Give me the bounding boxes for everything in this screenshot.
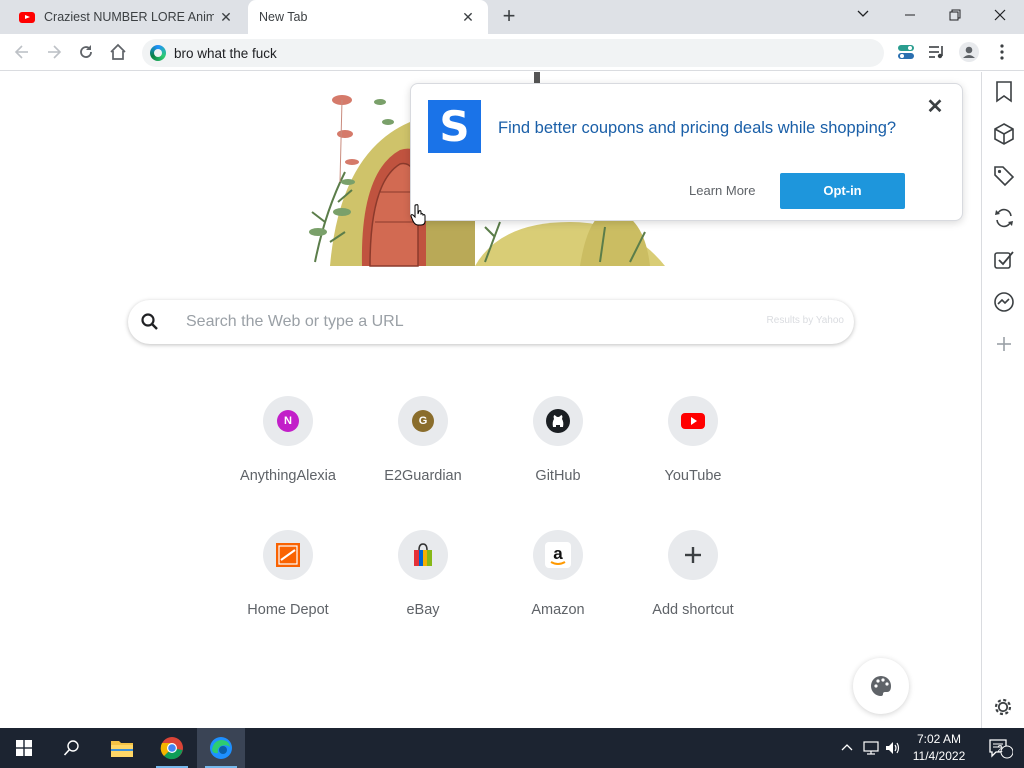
home-depot-icon (276, 543, 300, 567)
task-check-icon[interactable] (992, 248, 1016, 272)
tab-youtube[interactable]: Craziest NUMBER LORE Animatic ✕ (8, 0, 246, 34)
tag-icon[interactable] (992, 164, 1016, 188)
plus-icon (685, 547, 701, 563)
extension-toggle-icon[interactable] (895, 41, 917, 63)
close-icon[interactable]: ✕ (926, 97, 944, 117)
tab-strip: Craziest NUMBER LORE Animatic ✕ New Tab … (0, 0, 1024, 34)
clock-date: 11/4/2022 (912, 749, 966, 763)
youtube-icon (681, 413, 705, 429)
coupon-extension-popup: S Find better coupons and pricing deals … (410, 83, 963, 221)
file-explorer-icon[interactable] (98, 728, 146, 768)
reload-button[interactable] (73, 39, 99, 65)
add-sidebar-item-icon[interactable] (992, 332, 1016, 356)
network-icon[interactable] (863, 740, 879, 756)
shortcut-youtube[interactable]: YouTube (637, 396, 749, 508)
tab-title: New Tab (259, 10, 308, 24)
shortcut-label: E2Guardian (384, 468, 462, 484)
tab-new-tab[interactable]: New Tab ✕ (248, 0, 488, 34)
shortcut-label: YouTube (664, 468, 722, 484)
svg-text:a: a (553, 544, 563, 563)
learn-more-link[interactable]: Learn More (689, 183, 755, 198)
youtube-icon (19, 11, 35, 23)
media-queue-icon[interactable] (926, 41, 948, 63)
shortcut-label: eBay (406, 602, 440, 618)
shortcut-icon-container: N (263, 396, 313, 446)
shortcut-ebay[interactable]: eBay (367, 530, 479, 642)
browser-toolbar: bro what the fuck (0, 34, 1024, 71)
shortcut-e2guardian[interactable]: G E2Guardian (367, 396, 479, 508)
close-icon[interactable]: ✕ (460, 9, 476, 25)
shortcut-icon-container (398, 530, 448, 580)
add-shortcut-button[interactable]: Add shortcut (637, 530, 749, 642)
settings-gear-icon[interactable] (991, 695, 1015, 719)
close-window-button[interactable] (982, 4, 1018, 28)
site-favicon-icon (150, 45, 166, 61)
arrow-right-icon (48, 45, 62, 59)
letter-n-icon: N (277, 410, 299, 432)
search-input[interactable] (186, 310, 746, 334)
package-icon[interactable] (992, 122, 1016, 146)
letter-g-icon: G (412, 410, 434, 432)
new-tab-button[interactable]: + (498, 5, 520, 28)
chevron-up-icon[interactable] (840, 741, 854, 755)
home-button[interactable] (105, 39, 131, 65)
reload-icon (80, 45, 92, 58)
taskbar-clock[interactable]: 7:02 AM 11/4/2022 (906, 731, 972, 765)
home-icon (110, 43, 126, 60)
shortcut-label: GitHub (535, 468, 581, 484)
chrome-taskbar-icon[interactable] (148, 728, 196, 768)
shortcut-icon-container (668, 530, 718, 580)
shortcut-icon-container (533, 396, 583, 446)
windows-start-icon[interactable] (0, 728, 48, 768)
close-icon[interactable]: ✕ (218, 9, 234, 25)
volume-icon[interactable] (885, 740, 901, 756)
search-icon (141, 313, 158, 330)
shortcut-label: Amazon (531, 602, 585, 618)
shortcut-amazon[interactable]: a Amazon (502, 530, 614, 642)
palette-icon (871, 676, 891, 696)
clock-time: 7:02 AM (916, 732, 962, 746)
back-button[interactable] (9, 39, 35, 65)
bookmark-icon[interactable] (992, 80, 1016, 104)
extension-logo-icon: S (428, 100, 481, 153)
github-icon (546, 409, 570, 433)
shortcut-anythingalexia[interactable]: N AnythingAlexia (232, 396, 344, 508)
shortcut-icon-container: G (398, 396, 448, 446)
address-bar[interactable]: bro what the fuck (142, 39, 884, 67)
right-sidebar (981, 72, 1024, 728)
ebay-icon (414, 543, 432, 566)
notification-count: 2 (997, 744, 1003, 755)
sync-icon[interactable] (992, 206, 1016, 230)
shortcut-home-depot[interactable]: Home Depot (232, 530, 344, 642)
shortcut-icon-container (263, 530, 313, 580)
results-by-label: Results by Yahoo (766, 315, 844, 326)
shortcut-label: Home Depot (247, 602, 329, 618)
customize-theme-button[interactable] (853, 658, 909, 714)
edge-browser-taskbar-icon[interactable] (197, 728, 245, 768)
taskbar-search-icon[interactable] (48, 728, 96, 768)
shortcut-github[interactable]: GitHub (502, 396, 614, 508)
arrow-left-icon (14, 45, 28, 59)
opt-in-button[interactable]: Opt-in (780, 173, 905, 209)
action-center-button[interactable]: 2 (976, 728, 1024, 768)
chevron-down-icon[interactable] (845, 4, 881, 28)
windows-taskbar: 7:02 AM 11/4/2022 2 (0, 728, 1024, 768)
popup-message: Find better coupons and pricing deals wh… (498, 119, 897, 137)
minimize-button[interactable] (892, 4, 928, 28)
shortcut-icon-container (668, 396, 718, 446)
amazon-icon: a (545, 542, 571, 568)
profile-avatar-icon[interactable] (958, 41, 980, 63)
shortcut-label: AnythingAlexia (240, 468, 336, 484)
restore-button[interactable] (937, 4, 973, 28)
kebab-menu-icon[interactable] (991, 41, 1013, 63)
forward-button[interactable] (41, 39, 67, 65)
search-bar[interactable]: Results by Yahoo (128, 300, 854, 344)
tab-title: Craziest NUMBER LORE Animatic (44, 10, 214, 24)
shortcut-icon-container: a (533, 530, 583, 580)
messenger-icon[interactable] (992, 290, 1016, 314)
shortcut-label: Add shortcut (652, 602, 734, 618)
address-bar-text: bro what the fuck (174, 45, 277, 61)
